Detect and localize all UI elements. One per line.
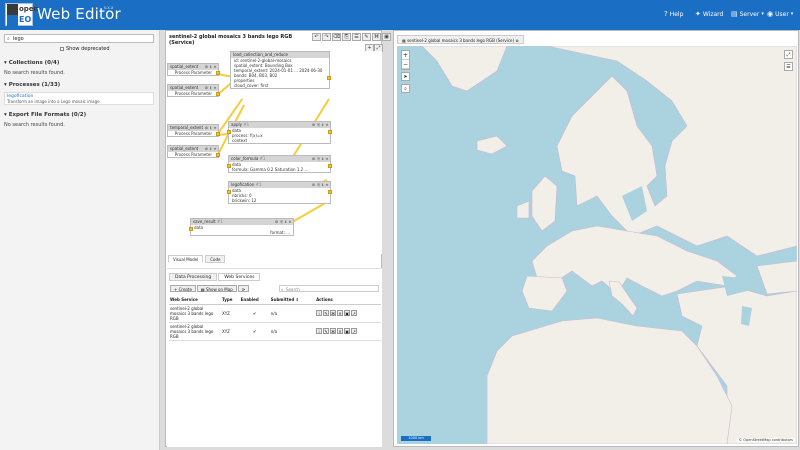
clear-button[interactable]: ⌫ <box>332 33 341 41</box>
process-item-legofication[interactable]: legofication Transform an image into a L… <box>4 92 154 105</box>
layers-button[interactable]: ☰ <box>784 62 793 71</box>
zoom-control: + − <box>401 50 410 70</box>
tab-visual-model[interactable]: Visual Model <box>168 255 204 263</box>
view-icon[interactable]: ▣ <box>344 328 351 334</box>
user-menu[interactable]: ◉ User ▾ <box>767 10 793 18</box>
col-submitted[interactable]: Submitted ⇕ <box>269 296 316 305</box>
info-icon[interactable]: i <box>316 328 323 334</box>
apply-node[interactable]: apply #1 ⚙ ⎘ ℹ ✕ data process: f(x)=x con… <box>227 121 332 144</box>
formats-header[interactable]: ▾ Export File Formats (0/2) <box>4 112 86 118</box>
graph-icon[interactable]: ⌘ <box>330 328 337 334</box>
map-view[interactable]: + − ➤ ⌕ ⤢ ☰ 1000 km © OpenStreetMap cont… <box>397 46 797 444</box>
search-icon: ⌕ <box>7 36 10 42</box>
wizard-menu[interactable]: ✦ Wizard <box>695 10 723 18</box>
world-map <box>421 46 797 444</box>
graph-icon[interactable]: ⌘ <box>330 310 337 316</box>
info-icon[interactable]: i <box>316 310 323 316</box>
param-node-2[interactable]: spatial_extent ⚙ ℹ ✕ Process Parameter <box>167 84 220 97</box>
show-deprecated-toggle[interactable]: Show deprecated <box>60 46 110 52</box>
color-formula-node[interactable]: color_formula #1 ⚙ ⎘ ℹ ✕ data formula: Ga… <box>227 155 332 173</box>
app-header: open EO Web Editor v.x.x ? Help ✦ Wizard ▤… <box>0 0 800 30</box>
table-row[interactable]: sentinel-2 global mosaics 3 bands lego R… <box>169 322 381 341</box>
discovery-sidebar: ⌕ lego Show deprecated ▾ Collections (0/… <box>0 30 160 450</box>
server-icon: ▤ <box>731 10 738 18</box>
table-row[interactable]: sentinel-2 global mosaics 3 bands lego R… <box>169 304 381 323</box>
tab-web-services[interactable]: Web Services <box>218 273 261 281</box>
zoom-in-button[interactable]: + <box>402 51 409 60</box>
param-node-1[interactable]: spatial_extent ⚙ ℹ ✕ Process Parameter <box>167 63 220 76</box>
wizard-icon: ✦ <box>695 10 701 18</box>
delete-icon[interactable]: ✕ <box>337 310 344 316</box>
server-menu[interactable]: ▤ Server ▾ <box>731 10 764 18</box>
editor-panel: sentinel-2 global mosaics 3 bands lego R… <box>165 30 391 447</box>
col-enabled[interactable]: Enabled <box>239 296 270 305</box>
help-menu[interactable]: ? Help <box>664 10 683 18</box>
search-input[interactable]: ⌕ lego <box>4 34 154 43</box>
delete-icon[interactable]: ✕ <box>337 328 344 334</box>
user-icon: ◉ <box>767 10 774 18</box>
help-icon: ? <box>664 10 668 18</box>
model-toolbar: ↶ ↷ ⌫ ⎘ ☰ ✎ ⌘ ▣ <box>312 33 391 41</box>
edit-icon[interactable]: ✎ <box>323 328 330 334</box>
param-node-4[interactable]: spatial_extent ⚙ ℹ ✕ Process Parameter <box>167 145 220 158</box>
edit-icon[interactable]: ✎ <box>323 310 330 316</box>
show-deprecated-checkbox[interactable] <box>60 47 64 51</box>
tab-data-processing[interactable]: Data Processing <box>169 273 218 281</box>
edit-button[interactable]: ✎ <box>362 33 371 41</box>
tab-code[interactable]: Code <box>205 255 226 263</box>
map-attribution[interactable]: © OpenStreetMap contributors <box>736 438 795 442</box>
load-collection-node[interactable]: load_collection_and_reduce id: sentinel-… <box>230 51 331 89</box>
save-result-node[interactable]: save_result #1 ⚙ ⎘ ℹ ✕ data format: ... <box>189 218 294 236</box>
scale-bar: 1000 km <box>401 436 431 441</box>
processes-header[interactable]: ▾ Processes (1/33) <box>4 82 60 88</box>
share-icon[interactable]: ↗ <box>351 328 358 334</box>
undo-button[interactable]: ↶ <box>312 33 321 41</box>
show-on-map-button[interactable]: ▦ Show on Map <box>196 285 237 292</box>
create-button[interactable]: + Create <box>170 285 196 292</box>
share-icon[interactable]: ↗ <box>351 310 358 316</box>
openeo-logo: open EO <box>5 3 39 26</box>
model-title: sentinel-2 global mosaics 3 bands lego R… <box>169 34 293 46</box>
fullscreen-map-button[interactable]: ⤢ <box>784 50 793 59</box>
services-table: Web Service Type Enabled Submitted ⇕ Act… <box>169 296 381 341</box>
save-button[interactable]: ▣ <box>382 33 391 41</box>
legofication-node[interactable]: legofication #1 ⚙ ⎘ ℹ ✕ data nbricks: 0 b… <box>227 181 332 204</box>
col-type[interactable]: Type <box>221 296 240 305</box>
lower-panel: Data Processing Web Services + Create ▦ … <box>167 268 382 447</box>
settings-button[interactable]: ⌘ <box>372 33 381 41</box>
zoom-out-button[interactable]: − <box>402 60 409 69</box>
refresh-button[interactable]: ⟳ <box>237 285 250 292</box>
map-tab[interactable]: ▦ sentinel-2 global mosaics 3 bands lego… <box>397 35 524 44</box>
locate-button[interactable]: ➤ <box>401 72 410 81</box>
map-panel: ▦ sentinel-2 global mosaics 3 bands lego… <box>393 30 799 447</box>
menu-button[interactable]: ☰ <box>352 33 361 41</box>
view-icon[interactable]: ▣ <box>344 310 351 316</box>
model-canvas[interactable]: spatial_extent ⚙ ℹ ✕ Process Parameter sp… <box>167 51 382 254</box>
map-search-button[interactable]: ⌕ <box>401 84 410 93</box>
col-web-service[interactable]: Web Service <box>169 296 221 305</box>
services-search-input[interactable]: ⌕ Search <box>279 285 379 292</box>
param-node-3[interactable]: temporal_extent ⚙ ℹ ✕ Process Parameter <box>167 124 220 137</box>
copy-button[interactable]: ⎘ <box>342 33 351 41</box>
redo-button[interactable]: ↷ <box>322 33 331 41</box>
formats-empty: No search results found. <box>4 122 65 128</box>
collections-empty: No search results found. <box>4 70 65 76</box>
search-icon: ⌕ <box>281 287 284 292</box>
mode-tabs: Visual Model Code <box>168 255 226 263</box>
app-version: v.x.x <box>104 5 114 10</box>
col-actions: Actions <box>315 296 381 305</box>
collections-header[interactable]: ▾ Collections (0/4) <box>4 60 59 66</box>
